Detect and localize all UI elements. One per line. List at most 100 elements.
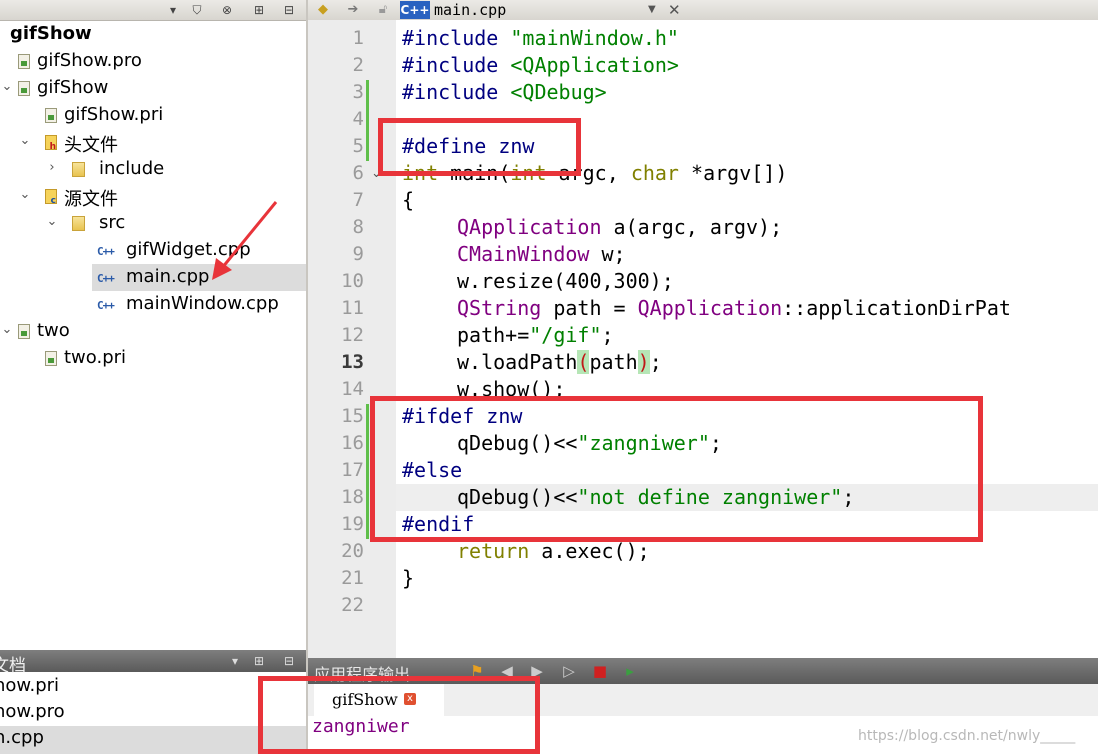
code-line: #include <QDebug>	[402, 79, 607, 106]
tree-item-src[interactable]: ⌄ src	[0, 210, 306, 237]
line-number: 2	[352, 54, 364, 76]
code-text: a(argc, argv);	[601, 215, 783, 239]
document-label: how.pro	[0, 701, 65, 722]
type-name: QApplication	[457, 215, 602, 239]
filter-icon[interactable]: ⛉	[186, 0, 208, 20]
code-line: QString path = QApplication::application…	[457, 295, 1011, 322]
project-toolbar: ▾ ⛉ ⊗ ⊞ ⊟	[0, 0, 306, 21]
code-text: *argv[])	[678, 161, 788, 185]
cpp-file-icon: C++	[400, 1, 430, 19]
tree-item-gifshow-root[interactable]: gifShow	[0, 21, 306, 48]
line-number: 6	[352, 162, 364, 184]
code-text: a.exec();	[529, 539, 650, 563]
tree-item-label: two.pri	[64, 347, 127, 368]
cpp-file-icon: C++	[97, 245, 115, 258]
annotation-box-ifdef	[370, 396, 983, 542]
string-literal: <QApplication>	[510, 53, 679, 77]
chevron-down-icon[interactable]: ▼	[648, 0, 656, 20]
tree-item-main-cpp[interactable]: C++ main.cpp	[92, 264, 306, 291]
close-pane-icon[interactable]: ⊟	[278, 651, 300, 671]
tree-item-headers[interactable]: ⌄ 头文件	[0, 129, 306, 157]
code-text: w;	[589, 242, 626, 266]
forward-arrow-icon[interactable]: ➔	[344, 1, 362, 19]
tree-item-label: gifShow	[37, 77, 109, 98]
document-label: how.pri	[0, 675, 60, 696]
run-icon[interactable]: ▷	[560, 662, 578, 680]
code-line: w.resize(400,300);	[457, 269, 674, 293]
headers-folder-icon	[45, 135, 57, 152]
link-icon[interactable]: ⊗	[216, 0, 238, 20]
matched-paren: (	[577, 350, 590, 374]
line-number: 15	[341, 405, 364, 427]
directive: #include	[402, 80, 499, 104]
code-line: path+="/gif";	[457, 322, 614, 349]
code-line: w.loadPath(path);	[457, 349, 662, 376]
type-name: QApplication	[637, 296, 783, 320]
code-line: #include <QApplication>	[402, 52, 679, 79]
keyword: return	[457, 539, 530, 563]
tree-item-label: include	[99, 158, 165, 179]
collapse-arrow-icon[interactable]: ⌄	[0, 323, 14, 337]
tree-item-label: main.cpp	[126, 266, 210, 287]
watermark: https://blog.csdn.net/nwly_____	[858, 728, 1076, 744]
annotation-box-output	[258, 676, 540, 754]
tree-item-label: 源文件	[64, 189, 118, 210]
tree-item-gifshow-pri[interactable]: gifShow.pri	[0, 102, 306, 129]
tree-item-gifshow-sub[interactable]: ⌄ gifShow	[0, 75, 306, 102]
tree-item-sources[interactable]: ⌄ 源文件	[0, 183, 306, 211]
line-number: 19	[341, 513, 364, 535]
dropdown-icon[interactable]: ▾	[224, 651, 246, 671]
tree-item-mainwindow-cpp[interactable]: C++ mainWindow.cpp	[0, 291, 306, 318]
collapse-arrow-icon[interactable]: ⌄	[0, 80, 14, 94]
split-icon[interactable]: ⊞	[248, 651, 270, 671]
directive: #include	[402, 53, 499, 77]
cpp-file-icon: C++	[97, 272, 115, 285]
debug-icon[interactable]: ▸	[621, 662, 639, 680]
code-line: }	[402, 566, 415, 590]
tree-item-label: gifShow.pro	[37, 50, 142, 71]
close-pane-icon[interactable]: ⊟	[278, 0, 300, 20]
file-tab[interactable]: C++ main.cpp ▼	[400, 0, 660, 20]
collapse-arrow-icon[interactable]: ⌄	[45, 215, 59, 229]
tree-item-include[interactable]: › include	[0, 156, 306, 183]
line-number: 4	[352, 108, 364, 130]
collapse-arrow-icon[interactable]: ⌄	[18, 134, 32, 148]
collapse-arrow-icon[interactable]: ⌄	[18, 188, 32, 202]
tree-item-gifshow-pro[interactable]: gifShow.pro	[0, 48, 306, 75]
open-documents-header: 文档 ▾ ⊞ ⊟	[0, 650, 306, 676]
back-arrow-icon[interactable]: ◆	[314, 1, 332, 19]
pri-file-icon	[45, 108, 57, 123]
code-text: w.loadPath	[457, 350, 578, 374]
tree-item-two[interactable]: ⌄ two	[0, 318, 306, 345]
tree-item-label: gifWidget.cpp	[126, 239, 251, 260]
split-icon[interactable]: ⊞	[248, 0, 270, 20]
folder-icon	[72, 162, 85, 177]
line-number: 16	[341, 432, 364, 454]
expand-arrow-icon[interactable]: ›	[45, 161, 59, 175]
document-label: n.cpp	[0, 727, 44, 748]
cpp-file-icon: C++	[97, 299, 115, 312]
stop-icon[interactable]: ■	[591, 662, 609, 680]
tree-item-gifwidget-cpp[interactable]: C++ gifWidget.cpp	[0, 237, 306, 264]
sources-folder-icon	[45, 189, 57, 206]
line-number: 8	[352, 216, 364, 238]
pro-file-icon	[18, 54, 30, 69]
code-text: ;	[649, 350, 662, 374]
project-tree-panel: ▾ ⛉ ⊗ ⊞ ⊟ gifShow gifShow.pro ⌄ gifShow …	[0, 0, 306, 650]
matched-paren: )	[637, 350, 650, 374]
line-number: 17	[341, 459, 364, 481]
code-line: QApplication a(argc, argv);	[457, 214, 782, 241]
dropdown-icon[interactable]: ▾	[162, 0, 184, 20]
annotation-box-define	[378, 118, 581, 176]
tree-item-label: src	[99, 212, 126, 233]
line-number: 14	[341, 378, 364, 400]
code-text: ::applicationDirPat	[782, 296, 1011, 320]
line-number: 9	[352, 243, 364, 265]
close-icon[interactable]: ✕	[668, 0, 681, 20]
directive: #include	[402, 26, 499, 50]
tree-item-two-pri[interactable]: two.pri	[0, 345, 306, 372]
tree-item-label: gifShow	[10, 23, 92, 44]
lock-icon: 🔓︎	[378, 2, 388, 17]
type-name: CMainWindow	[457, 242, 590, 266]
line-number: 12	[341, 324, 364, 346]
